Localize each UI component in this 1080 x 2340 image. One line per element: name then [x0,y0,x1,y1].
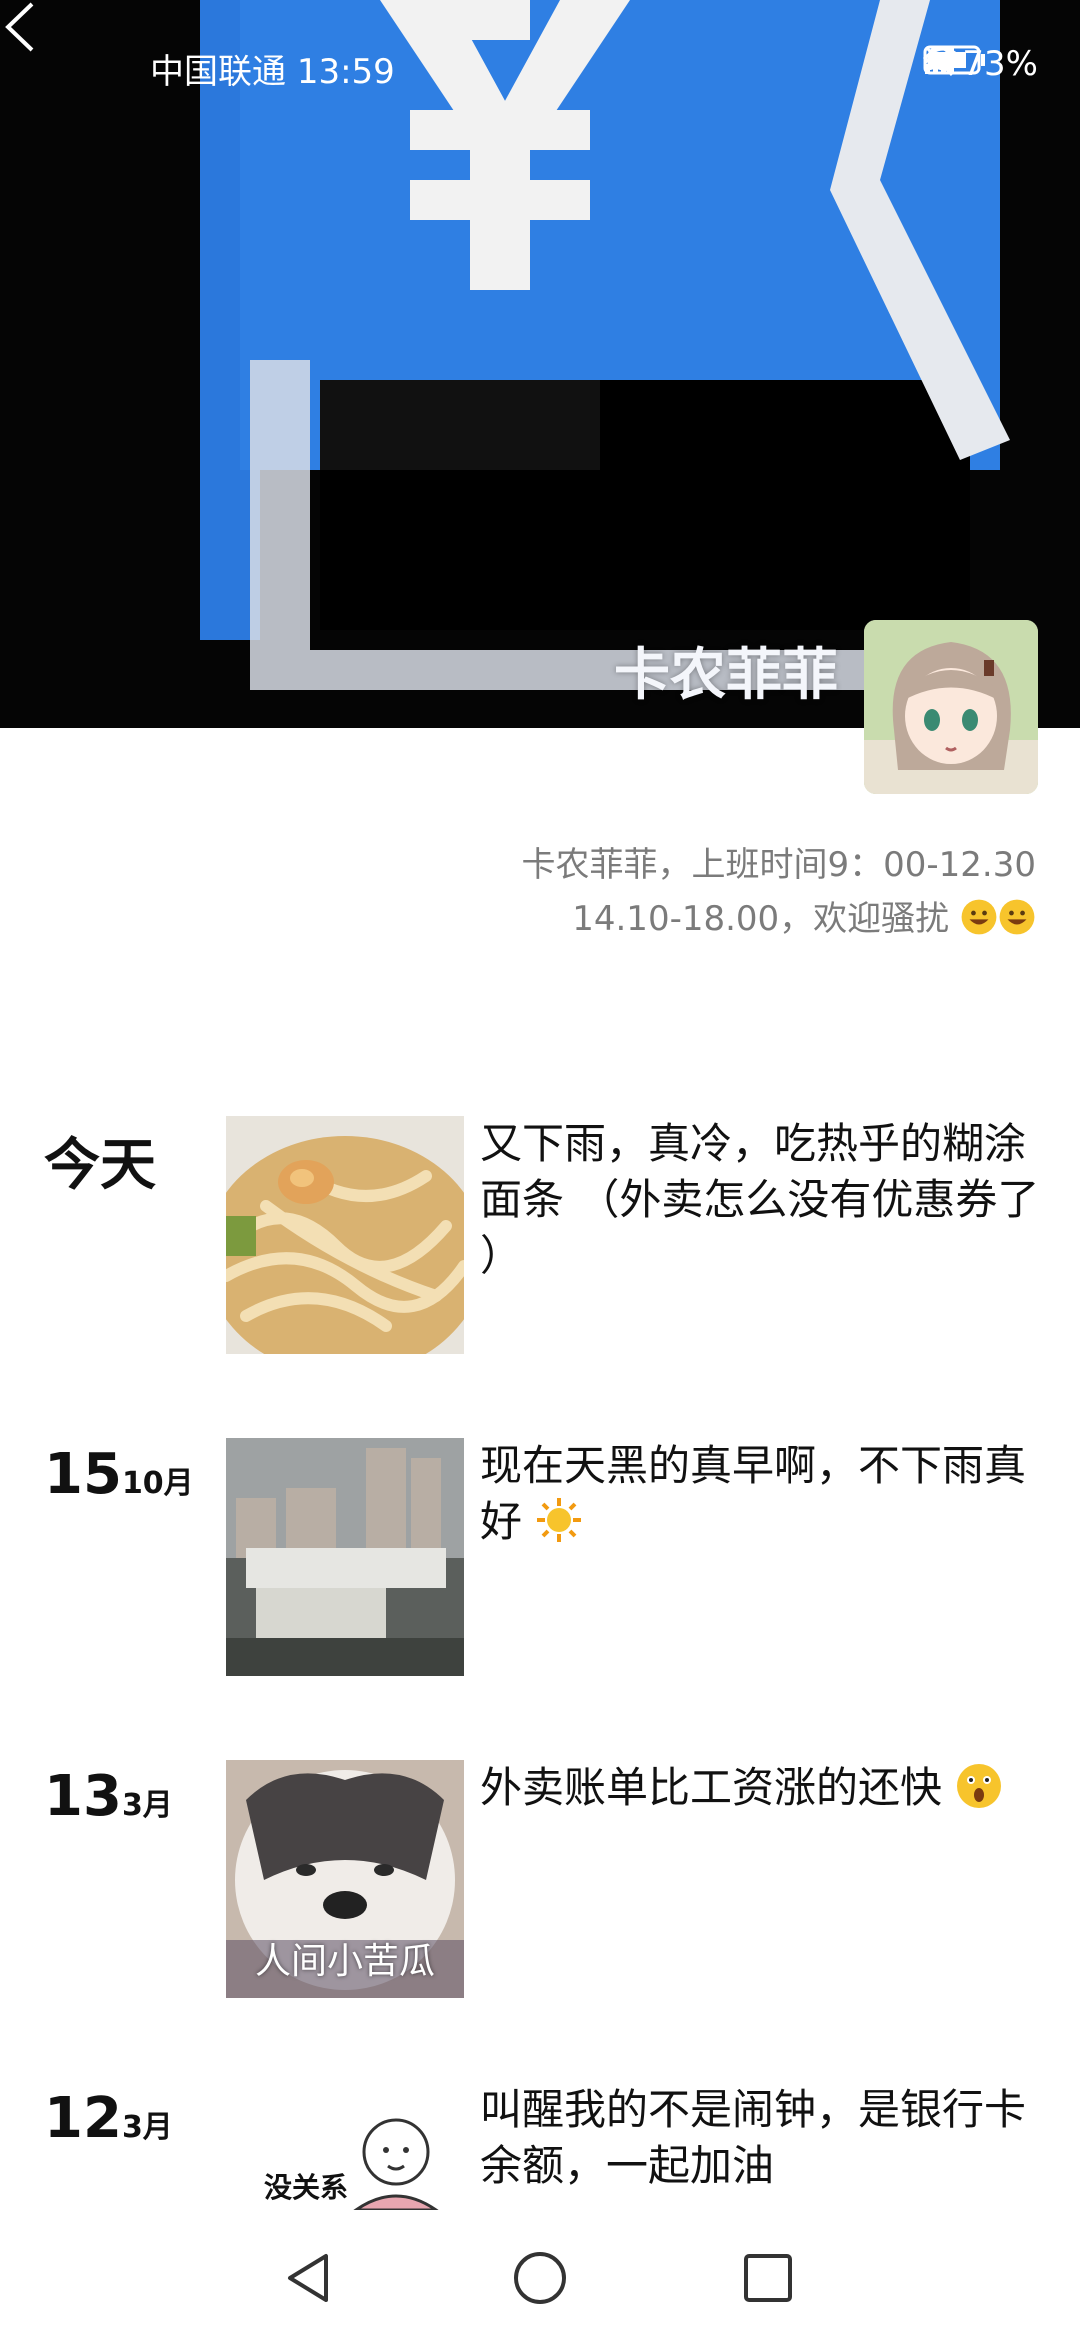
post-text: 又下雨，真冷，吃热乎的糊涂面条 （外卖怎么没有优惠券了 ） [480,1116,1040,1284]
post-image[interactable] [226,1116,464,1354]
post-image[interactable]: 没关系 [226,2082,464,2210]
signature-line-2: 14.10-18.00，欢迎骚扰 [336,892,1036,946]
profile-avatar[interactable] [864,620,1038,794]
post-date-month: 10月 [121,1466,194,1501]
post-text: 叫醒我的不是闹钟，是银行卡余额，一起加油 [480,2082,1040,2194]
status-bar: 中国联通 13:59 4G 73% [0,0,1080,130]
post-date: 今天 [44,1120,156,1201]
nav-recent-icon[interactable] [738,2248,798,2308]
nav-home-icon[interactable] [510,2248,570,2308]
post-date-month: 3月 [121,1788,173,1823]
clock-label: 13:59 [296,52,395,92]
status-left: 中国联通 13:59 [150,44,395,93]
post-text: 外卖账单比工资涨的还快 [480,1760,1040,1816]
post-date: 123月 [44,2086,173,2151]
system-nav-bar [0,2210,1080,2340]
post-image[interactable]: 人间小苦瓜 [226,1760,464,1998]
battery-icon [923,45,986,75]
post-image[interactable] [226,1438,464,1676]
status-right: 4G 73% [923,44,1038,84]
post-date: 1510月 [44,1442,194,1507]
back-arrow-icon[interactable] [0,0,40,54]
carrier-label: 中国联通 [150,52,286,92]
nav-back-icon[interactable] [280,2248,340,2308]
signature-line-1: 卡农菲菲，上班时间9：00-12.30 [521,845,1037,885]
image-caption: 人间小苦瓜 [254,1941,435,1982]
profile-signature: 卡农菲菲，上班时间9：00-12.30 14.10-18.00，欢迎骚扰 [336,838,1037,946]
post-item[interactable]: 今天 又下雨，真冷，吃热乎的糊涂面条 （外卖怎么没有优惠券了 ） [0,1116,1080,1356]
smile-emoji-icon [961,899,997,935]
sun-emoji-icon [537,1498,582,1542]
astonished-emoji-icon [957,1764,1002,1808]
post-date-month: 3月 [121,2110,173,2145]
post-date-day: 13 [44,1764,122,1829]
post-text-content: 叫醒我的不是闹钟，是银行卡余额，一起加油 [480,2085,1027,2190]
post-text-content: 又下雨，真冷，吃热乎的糊涂面条 （外卖怎么没有优惠券了 ） [480,1119,1040,1280]
post-text: 现在天黑的真早啊，不下雨真好 [480,1438,1040,1550]
post-date-day: 今天 [44,1133,156,1198]
post-item[interactable]: 1510月 现在天黑的真早啊，不下雨真好 [0,1438,1080,1678]
post-text-content: 外卖账单比工资涨的还快 [480,1763,943,1812]
signature-line-2-text: 14.10-18.00，欢迎骚扰 [572,899,950,939]
post-date: 133月 [44,1764,173,1829]
post-item[interactable]: 133月 人间小苦瓜 外卖账单比工资涨的还快 [0,1760,1080,2000]
cover-image[interactable]: 中国联通 13:59 4G 73% [0,0,1080,728]
cover-username: 卡农菲菲 [614,643,838,708]
smile-emoji-icon [999,899,1035,935]
post-date-day: 15 [44,1442,122,1507]
post-date-day: 12 [44,2086,122,2151]
image-caption: 没关系 [263,2171,348,2204]
